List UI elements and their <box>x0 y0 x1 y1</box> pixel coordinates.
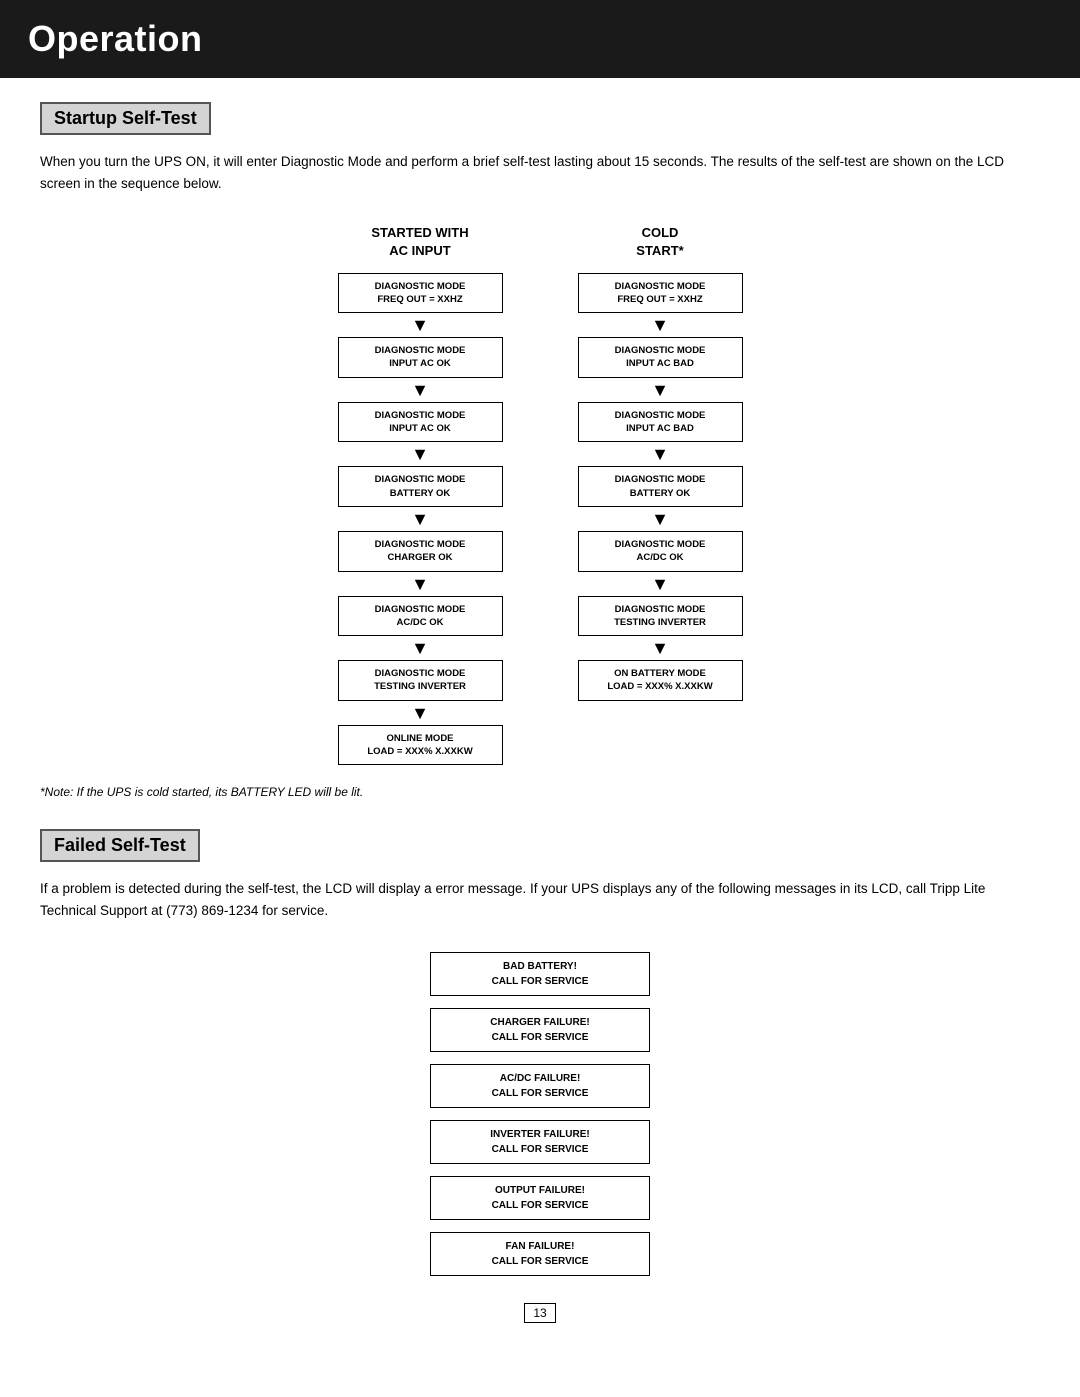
startup-intro: When you turn the UPS ON, it will enter … <box>40 151 1040 194</box>
flow-arrow: ▼ <box>411 381 429 399</box>
flow-box: DIAGNOSTIC MODEBATTERY OK <box>338 466 503 507</box>
flow-box: DIAGNOSTIC MODETESTING INVERTER <box>338 660 503 701</box>
flow-arrow: ▼ <box>651 510 669 528</box>
flow-arrow: ▼ <box>651 445 669 463</box>
flow-box: DIAGNOSTIC MODEFREQ OUT = XXHz <box>338 273 503 314</box>
column-header-cold: COLDSTART* <box>636 224 683 260</box>
flow-box: DIAGNOSTIC MODEINPUT AC BAD <box>578 337 743 378</box>
page-header: Operation <box>0 0 1080 78</box>
flow-arrow: ▼ <box>411 316 429 334</box>
flow-arrow: ▼ <box>411 575 429 593</box>
failed-intro: If a problem is detected during the self… <box>40 878 1040 921</box>
failure-box-charger: CHARGER FAILURE!CALL FOR SERVICE <box>430 1008 650 1052</box>
flow-arrow: ▼ <box>651 575 669 593</box>
failure-boxes: BAD BATTERY!CALL FOR SERVICE CHARGER FAI… <box>40 952 1040 1276</box>
page-number: 13 <box>40 1306 1040 1320</box>
page-title: Operation <box>28 18 1052 60</box>
failure-box-inverter: INVERTER FAILURE!CALL FOR SERVICE <box>430 1120 650 1164</box>
failure-box-fan: FAN FAILURE!CALL FOR SERVICE <box>430 1232 650 1276</box>
flow-box: DIAGNOSTIC MODEINPUT AC BAD <box>578 402 743 443</box>
flow-box: DIAGNOSTIC MODEAC/DC OK <box>338 596 503 637</box>
flow-arrow: ▼ <box>411 639 429 657</box>
flow-box: DIAGNOSTIC MODEINPUT AC OK <box>338 337 503 378</box>
flow-box: ON BATTERY MODELOAD = XXX% X.XXKW <box>578 660 743 701</box>
flow-box: DIAGNOSTIC MODEFREQ OUT = XXHz <box>578 273 743 314</box>
flow-arrow: ▼ <box>651 381 669 399</box>
failure-box-acdc: AC/DC FAILURE!CALL FOR SERVICE <box>430 1064 650 1108</box>
startup-section-title: Startup Self-Test <box>40 102 211 135</box>
failed-section: Failed Self-Test If a problem is detecte… <box>40 829 1040 1275</box>
column-header-ac: STARTED WITHAC INPUT <box>371 224 468 260</box>
startup-section: Startup Self-Test When you turn the UPS … <box>40 102 1040 799</box>
flow-box: DIAGNOSTIC MODEINPUT AC OK <box>338 402 503 443</box>
flow-arrow: ▼ <box>411 510 429 528</box>
flow-arrow: ▼ <box>411 445 429 463</box>
failure-box-bad-battery: BAD BATTERY!CALL FOR SERVICE <box>430 952 650 996</box>
flow-column-cold-start: COLDSTART* DIAGNOSTIC MODEFREQ OUT = XXH… <box>570 224 750 765</box>
flow-box: ONLINE MODELOAD = XXX% X.XXKW <box>338 725 503 766</box>
failed-section-title: Failed Self-Test <box>40 829 200 862</box>
flow-arrow: ▼ <box>651 316 669 334</box>
failure-box-output: OUTPUT FAILURE!CALL FOR SERVICE <box>430 1176 650 1220</box>
flow-box: DIAGNOSTIC MODECHARGER OK <box>338 531 503 572</box>
flow-box: DIAGNOSTIC MODEAC/DC OK <box>578 531 743 572</box>
flow-arrow: ▼ <box>651 639 669 657</box>
flow-box: DIAGNOSTIC MODEBATTERY OK <box>578 466 743 507</box>
flow-diagram: STARTED WITHAC INPUT DIAGNOSTIC MODEFREQ… <box>40 224 1040 765</box>
startup-note: *Note: If the UPS is cold started, its B… <box>40 785 1040 799</box>
flow-arrow: ▼ <box>411 704 429 722</box>
flow-column-ac-input: STARTED WITHAC INPUT DIAGNOSTIC MODEFREQ… <box>330 224 510 765</box>
flow-box: DIAGNOSTIC MODETESTING INVERTER <box>578 596 743 637</box>
